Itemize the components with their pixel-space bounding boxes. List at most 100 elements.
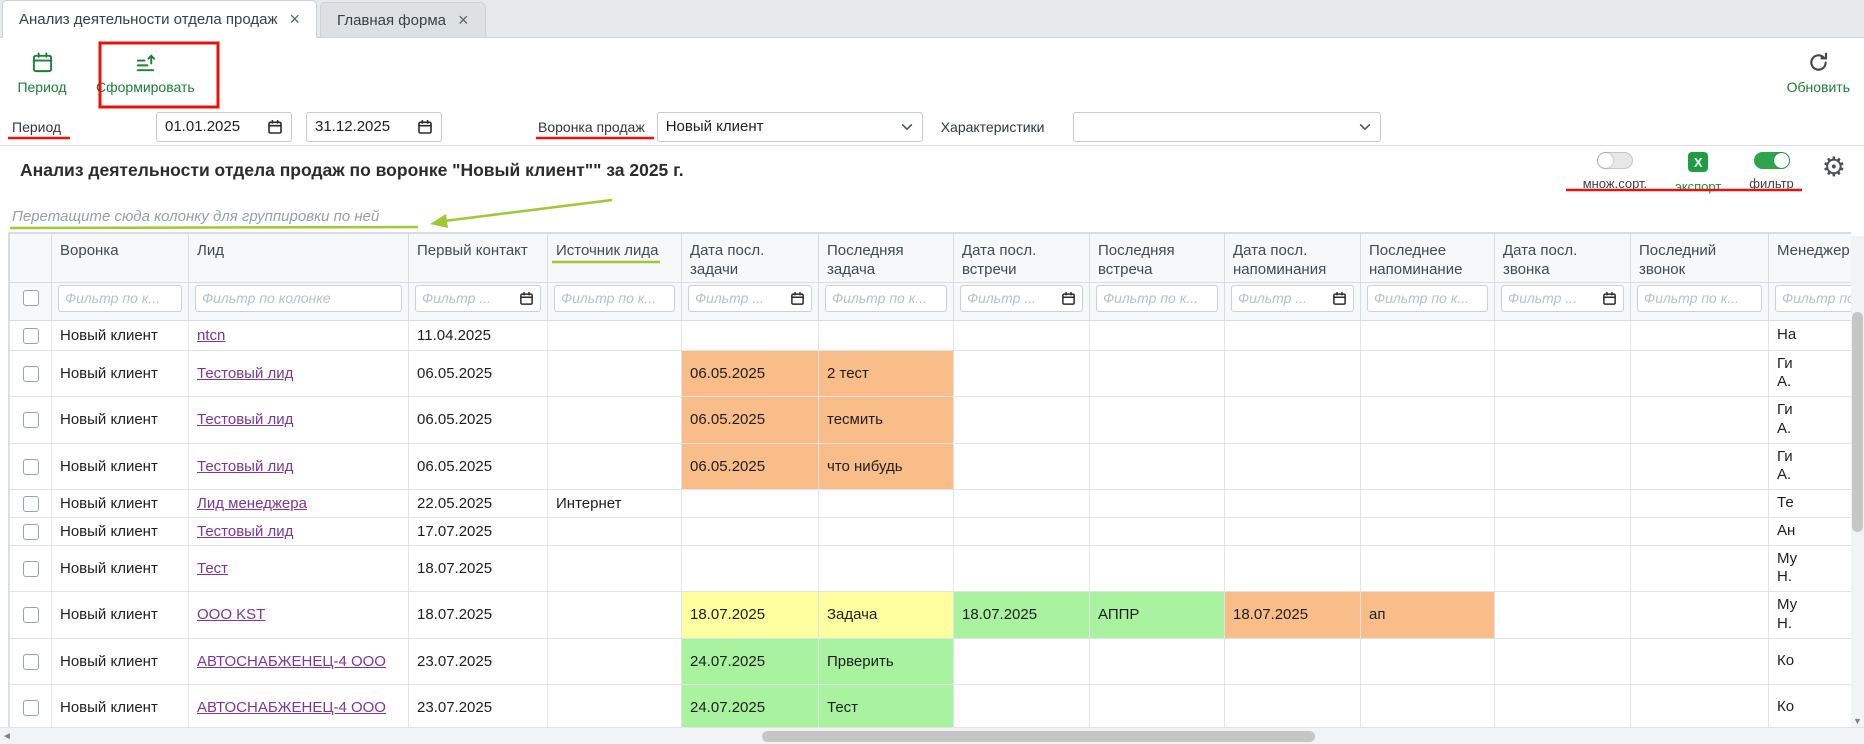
- row-checkbox[interactable]: [23, 654, 39, 670]
- multisort-control[interactable]: множ.сорт.: [1583, 152, 1647, 191]
- tab-sales-analysis[interactable]: Анализ деятельности отдела продаж ×: [2, 0, 317, 38]
- lead-link[interactable]: Лид менеджера: [197, 495, 307, 512]
- tab-main-form[interactable]: Главная форма ×: [320, 2, 485, 37]
- column-header-lead[interactable]: Лид: [189, 234, 409, 283]
- column-header-task_date[interactable]: Дата посл. задачи: [682, 234, 819, 283]
- column-header-meeting_date[interactable]: Дата посл. встречи: [954, 234, 1090, 283]
- column-header-call[interactable]: Последний звонок: [1631, 234, 1769, 283]
- filter-input-source[interactable]: [561, 290, 668, 306]
- tab-close-icon[interactable]: ×: [290, 10, 301, 28]
- excel-export-icon[interactable]: X: [1688, 152, 1708, 172]
- column-header-meeting[interactable]: Последняя встреча: [1090, 234, 1225, 283]
- filter-label: фильтр: [1749, 176, 1793, 191]
- filter-input-lead[interactable]: [202, 290, 395, 306]
- lead-link[interactable]: ООО KST: [197, 606, 265, 623]
- group-by-drop-zone[interactable]: Перетащите сюда колонку для группировки …: [0, 202, 1864, 232]
- calendar-icon[interactable]: [417, 119, 433, 135]
- column-header-source[interactable]: Источник лида: [548, 234, 682, 283]
- settings-gear-icon[interactable]: ⚙: [1822, 154, 1846, 181]
- calendar-icon[interactable]: [790, 291, 805, 306]
- filter-input-meeting_date[interactable]: [967, 290, 1061, 306]
- filter-input-reminder[interactable]: [1374, 290, 1481, 306]
- row-checkbox[interactable]: [23, 524, 39, 540]
- cell-reminder_date: 18.07.2025: [1225, 592, 1361, 639]
- column-header-first_contact[interactable]: Первый контакт: [409, 234, 548, 283]
- column-header-manager[interactable]: Менеджер: [1769, 234, 1852, 283]
- scroll-down-icon[interactable]: ▼: [1851, 716, 1864, 726]
- filter-input-task[interactable]: [832, 290, 940, 306]
- calendar-icon[interactable]: [1332, 291, 1347, 306]
- cell-call: [1631, 684, 1769, 730]
- lead-link[interactable]: АВТОСНАБЖЕНЕЦ-4 ООО: [197, 699, 386, 716]
- period-button[interactable]: Период: [14, 51, 70, 95]
- lead-link[interactable]: ntcn: [197, 327, 225, 344]
- cell-task_date: [682, 320, 819, 350]
- lead-link[interactable]: АВТОСНАБЖЕНЕЦ-4 ООО: [197, 653, 386, 670]
- calendar-icon[interactable]: [1061, 291, 1076, 306]
- row-checkbox[interactable]: [23, 412, 39, 428]
- filter-input-call_date[interactable]: [1508, 290, 1602, 306]
- filter-input-call[interactable]: [1644, 290, 1755, 306]
- cell-source: [548, 638, 682, 684]
- cell-first_contact: 23.07.2025: [409, 684, 548, 730]
- cell-lead: Тест: [189, 545, 409, 592]
- cell-reminder_date: [1225, 638, 1361, 684]
- generate-button[interactable]: Сформировать: [96, 51, 195, 95]
- characteristics-select[interactable]: [1073, 112, 1381, 142]
- filter-control[interactable]: фильтр: [1749, 152, 1793, 191]
- cell-task: [819, 490, 954, 518]
- calendar-icon[interactable]: [519, 291, 534, 306]
- cell-call: [1631, 397, 1769, 444]
- cell-call: [1631, 545, 1769, 592]
- filter-input-funnel[interactable]: [65, 290, 175, 306]
- column-header-reminder_date[interactable]: Дата посл. напоминания: [1225, 234, 1361, 283]
- cell-meeting: [1090, 545, 1225, 592]
- lead-link[interactable]: Тестовый лид: [197, 365, 293, 382]
- row-checkbox[interactable]: [23, 328, 39, 344]
- export-control[interactable]: X экспорт: [1675, 152, 1721, 194]
- cell-call: [1631, 320, 1769, 350]
- filter-input-meeting[interactable]: [1103, 290, 1211, 306]
- filter-cell-call: [1631, 282, 1769, 320]
- cell-meeting_date: [954, 350, 1090, 397]
- lead-link[interactable]: Тест: [197, 560, 228, 577]
- horizontal-scrollbar[interactable]: ◄: [0, 727, 1864, 744]
- date-to-input[interactable]: 31.12.2025: [306, 112, 442, 142]
- filter-toggle[interactable]: [1754, 152, 1790, 169]
- tab-close-icon[interactable]: ×: [458, 11, 469, 29]
- funnel-filter-label: Воронка продаж: [538, 119, 645, 135]
- column-header-reminder[interactable]: Последнее напоминание: [1361, 234, 1495, 283]
- vertical-scrollbar-thumb[interactable]: [1852, 312, 1863, 532]
- date-from-input[interactable]: 01.01.2025: [156, 112, 292, 142]
- vertical-scrollbar[interactable]: ▼: [1851, 236, 1864, 727]
- refresh-button[interactable]: Обновить: [1787, 51, 1850, 95]
- cell-call_date: [1495, 443, 1631, 490]
- row-checkbox[interactable]: [23, 459, 39, 475]
- row-checkbox[interactable]: [23, 366, 39, 382]
- column-header-task[interactable]: Последняя задача: [819, 234, 954, 283]
- scroll-left-icon[interactable]: ◄: [2, 731, 12, 742]
- select-all-checkbox[interactable]: [23, 290, 39, 306]
- row-checkbox[interactable]: [23, 607, 39, 623]
- calendar-icon[interactable]: [1602, 291, 1617, 306]
- funnel-select[interactable]: Новый клиент: [657, 112, 923, 142]
- cell-source: [548, 517, 682, 545]
- calendar-icon[interactable]: [267, 119, 283, 135]
- column-header-call_date[interactable]: Дата посл. звонка: [1495, 234, 1631, 283]
- tab-bar: Анализ деятельности отдела продаж × Глав…: [0, 0, 1864, 38]
- row-checkbox[interactable]: [23, 700, 39, 716]
- filter-input-manager[interactable]: [1782, 290, 1851, 306]
- row-checkbox[interactable]: [23, 561, 39, 577]
- horizontal-scrollbar-thumb[interactable]: [762, 731, 1315, 742]
- lead-link[interactable]: Тестовый лид: [197, 411, 293, 428]
- filter-input-task_date[interactable]: [695, 290, 790, 306]
- filter-cell-lead: [189, 282, 409, 320]
- row-checkbox[interactable]: [23, 496, 39, 512]
- filter-input-first_contact[interactable]: [422, 290, 519, 306]
- lead-link[interactable]: Тестовый лид: [197, 523, 293, 540]
- cell-manager: Ги А.: [1769, 350, 1852, 397]
- column-header-funnel[interactable]: Воронка: [52, 234, 189, 283]
- lead-link[interactable]: Тестовый лид: [197, 458, 293, 475]
- filter-input-reminder_date[interactable]: [1238, 290, 1332, 306]
- multisort-toggle[interactable]: [1597, 152, 1633, 169]
